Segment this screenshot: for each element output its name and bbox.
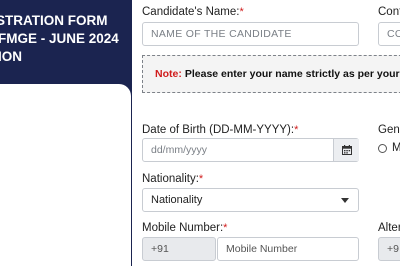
candidate-name-placeholder: NAME OF THE CANDIDATE — [151, 28, 292, 40]
nationality-label: Nationality:* — [142, 173, 203, 185]
alternate-country-code: +9 — [378, 237, 400, 261]
alternate-prefix: +9 — [387, 243, 399, 255]
required-mark: * — [294, 124, 299, 136]
candidate-name-label: Candidate's Name:* — [142, 6, 244, 18]
sidebar-panel: STRATION FORM FMGE - JUNE 2024 ION — [0, 0, 131, 266]
required-mark: * — [239, 6, 244, 18]
dob-label: Date of Birth (DD-MM-YYYY):* — [142, 124, 298, 136]
confirm-name-label: Confi — [378, 6, 400, 18]
alternate-mobile-label: Alter — [378, 222, 400, 234]
note-text: Please enter your name strictly as per y… — [184, 68, 400, 80]
panel-notch — [0, 84, 131, 266]
divider — [131, 0, 132, 266]
gender-option-label: M — [392, 142, 400, 154]
dob-placeholder: dd/mm/yyyy — [151, 144, 208, 156]
chevron-down-icon — [341, 198, 349, 203]
mobile-country-code: +91 — [142, 237, 216, 261]
form-title-line: STRATION FORM — [0, 13, 108, 28]
name-note: Note: Please enter your name strictly as… — [142, 55, 400, 93]
nationality-selected: Nationality — [151, 194, 203, 206]
nationality-label-text: Nationality: — [142, 173, 199, 185]
nationality-select[interactable]: Nationality — [142, 188, 359, 212]
required-mark: * — [223, 222, 228, 234]
confirm-name-input[interactable]: CO — [378, 22, 400, 46]
mobile-placeholder: Mobile Number — [226, 243, 298, 255]
mobile-label-text: Mobile Number: — [142, 222, 224, 234]
mobile-label: Mobile Number:* — [142, 222, 227, 234]
mobile-prefix: +91 — [151, 243, 169, 255]
form-title-line: ION — [0, 49, 23, 64]
confirm-name-placeholder: CO — [387, 28, 400, 40]
dob-label-text: Date of Birth (DD-MM-YYYY): — [142, 124, 295, 136]
candidate-name-label-text: Candidate's Name: — [142, 6, 240, 18]
calendar-icon — [341, 145, 352, 155]
form-title-line: FMGE - JUNE 2024 — [0, 31, 119, 46]
required-mark: * — [198, 173, 204, 185]
note-key: Note: — [155, 68, 182, 80]
mobile-input[interactable]: Mobile Number — [217, 237, 359, 261]
form-title: STRATION FORM FMGE - JUNE 2024 ION — [0, 12, 131, 66]
calendar-button[interactable] — [333, 139, 359, 161]
gender-label: Genc — [378, 124, 400, 136]
dob-input[interactable]: dd/mm/yyyy — [142, 138, 359, 162]
candidate-name-input[interactable]: NAME OF THE CANDIDATE — [142, 22, 359, 46]
gender-radio-male[interactable] — [378, 144, 387, 153]
